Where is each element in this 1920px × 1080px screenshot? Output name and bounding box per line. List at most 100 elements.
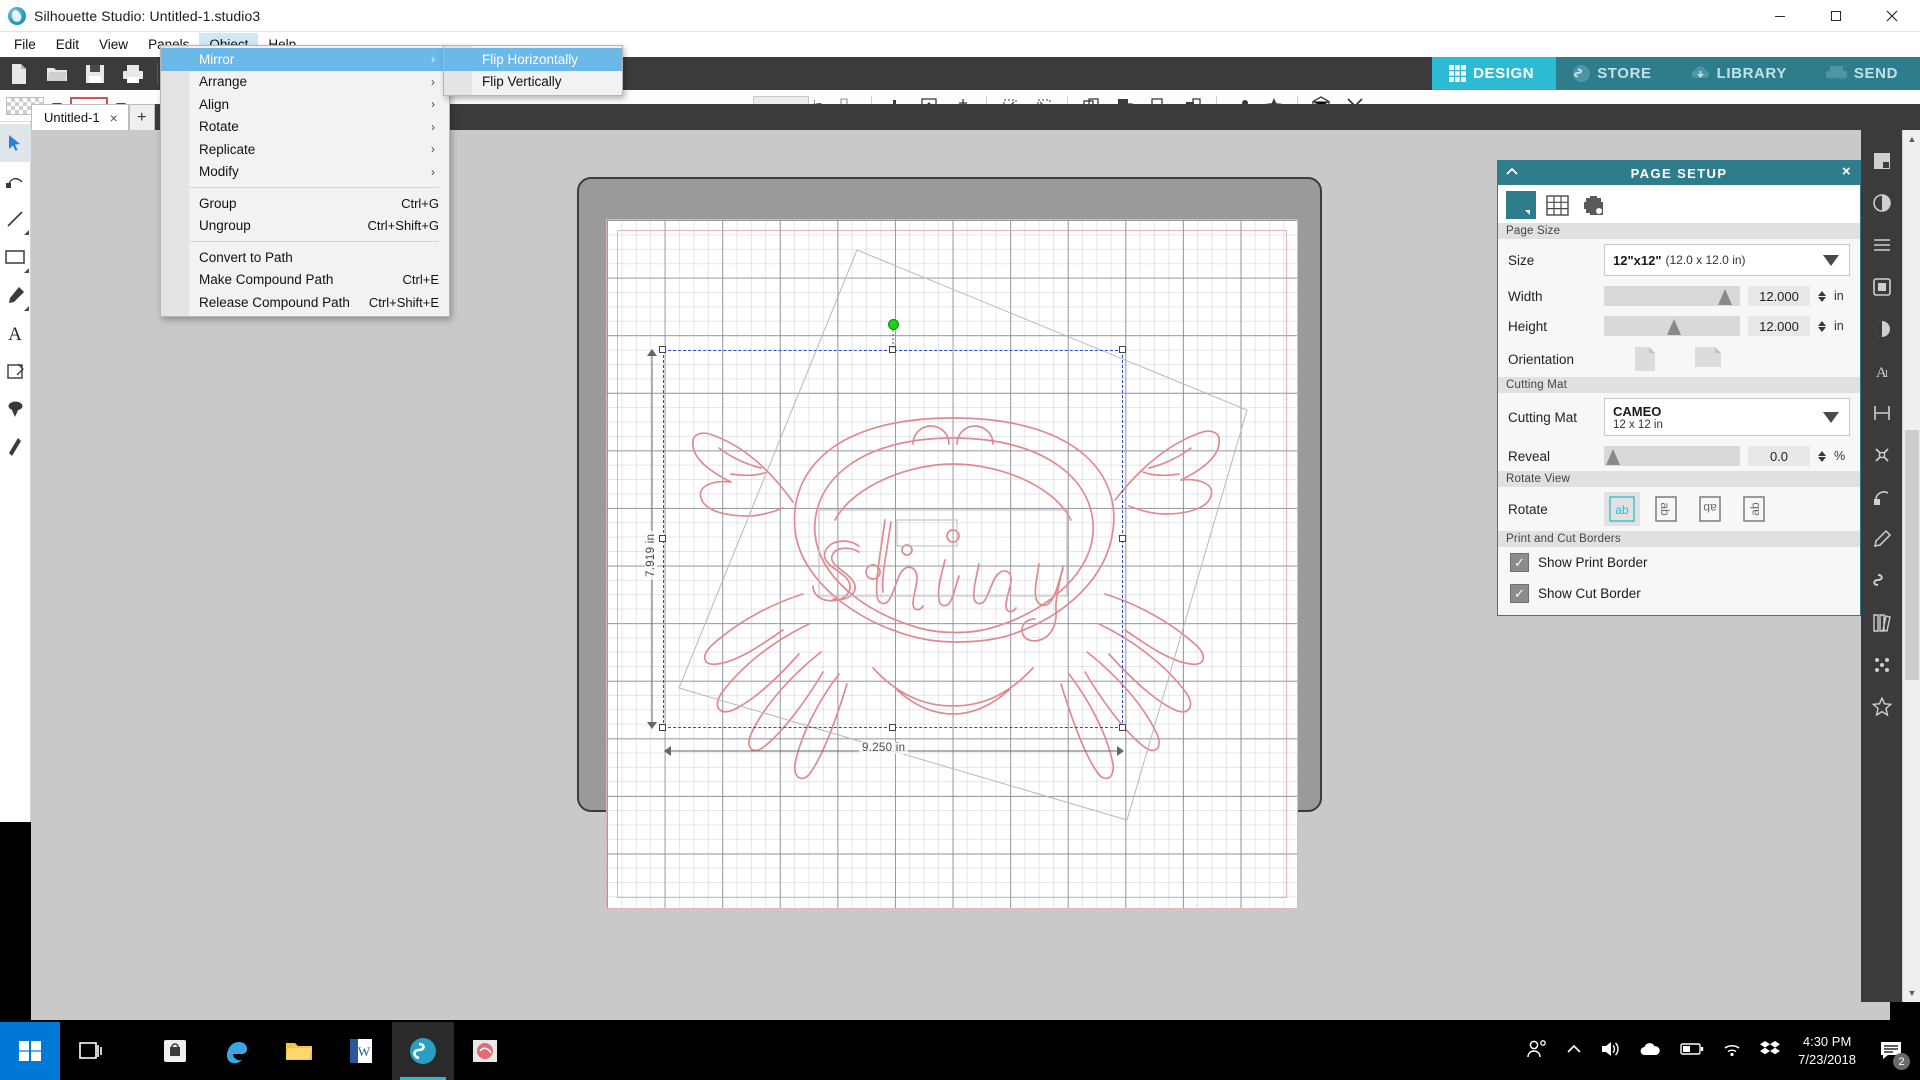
tab-store[interactable]: STORE bbox=[1556, 57, 1673, 90]
page-area[interactable]: 7.919 in 9.250 in bbox=[606, 219, 1298, 909]
close-icon[interactable] bbox=[1864, 0, 1920, 32]
reveal-stepper[interactable] bbox=[1818, 450, 1826, 462]
selection-handle-bottom-right[interactable] bbox=[1119, 724, 1126, 731]
taskbar-clock[interactable]: 4:30 PM 7/23/2018 bbox=[1798, 1033, 1856, 1069]
word-app-icon[interactable]: W bbox=[330, 1022, 392, 1080]
chevron-up-icon[interactable] bbox=[1505, 165, 1519, 182]
print-icon[interactable] bbox=[114, 57, 152, 90]
select-tool[interactable] bbox=[0, 124, 31, 162]
menu-file[interactable]: File bbox=[4, 33, 46, 57]
stepper-up-icon[interactable] bbox=[1818, 290, 1826, 296]
pencil-tool-expand-icon[interactable] bbox=[23, 306, 29, 311]
registration-tab[interactable] bbox=[1578, 191, 1608, 219]
grid-tab[interactable] bbox=[1542, 191, 1572, 219]
maximize-icon[interactable] bbox=[1808, 0, 1864, 32]
menu-item-flip-horizontally[interactable]: Flip Horizontally bbox=[444, 48, 622, 71]
eraser-tool[interactable] bbox=[0, 390, 31, 428]
page-tab[interactable] bbox=[1506, 191, 1536, 219]
menu-item-replicate[interactable]: Replicate › bbox=[161, 138, 449, 161]
document-tab[interactable]: Untitled-1 × bbox=[31, 104, 129, 130]
panel-close-icon[interactable]: × bbox=[1842, 164, 1852, 180]
silhouette-studio-app-icon[interactable] bbox=[392, 1022, 454, 1080]
stepper-down-icon[interactable] bbox=[1818, 326, 1826, 332]
edit-points-tool[interactable] bbox=[0, 162, 31, 200]
notes-tool[interactable] bbox=[0, 352, 31, 390]
line-tool[interactable] bbox=[0, 200, 31, 238]
rotate-270-button[interactable]: ab bbox=[1736, 492, 1772, 526]
height-slider-knob[interactable] bbox=[1666, 319, 1681, 335]
edge-browser-icon[interactable] bbox=[206, 1022, 268, 1080]
width-slider-knob[interactable] bbox=[1718, 289, 1732, 305]
page-size-select[interactable]: 12"x12" (12.0 x 12.0 in) bbox=[1604, 244, 1850, 276]
menu-item-align[interactable]: Align › bbox=[161, 93, 449, 116]
landscape-orientation-icon[interactable] bbox=[1694, 346, 1721, 372]
knife-tool[interactable] bbox=[0, 428, 31, 466]
save-icon[interactable] bbox=[76, 57, 114, 90]
file-explorer-icon[interactable] bbox=[268, 1022, 330, 1080]
vertical-scrollbar[interactable]: ▲ ▼ bbox=[1902, 130, 1920, 1002]
stepper-up-icon[interactable] bbox=[1818, 450, 1826, 456]
selection-handle-bottom-left[interactable] bbox=[659, 724, 666, 731]
stepper-down-icon[interactable] bbox=[1818, 456, 1826, 462]
notification-center-icon[interactable]: 2 bbox=[1874, 1034, 1910, 1070]
menu-item-modify[interactable]: Modify › bbox=[161, 161, 449, 184]
reveal-slider-knob[interactable] bbox=[1606, 449, 1620, 465]
menu-item-rotate[interactable]: Rotate › bbox=[161, 116, 449, 139]
chevron-down-icon[interactable] bbox=[1823, 254, 1839, 266]
store-app-icon[interactable] bbox=[144, 1022, 206, 1080]
vertical-scroll-thumb[interactable] bbox=[1905, 430, 1919, 680]
offset-icon[interactable] bbox=[1861, 476, 1902, 518]
tab-design[interactable]: DESIGN bbox=[1432, 57, 1557, 90]
rectangle-tool[interactable] bbox=[0, 238, 31, 276]
windows-start-icon[interactable] bbox=[0, 1022, 60, 1080]
stepper-up-icon[interactable] bbox=[1818, 320, 1826, 326]
menu-item-flip-vertically[interactable]: Flip Vertically bbox=[444, 71, 622, 94]
new-tab-button[interactable]: + bbox=[128, 104, 155, 130]
modify-icon[interactable] bbox=[1861, 434, 1902, 476]
portrait-orientation-icon[interactable] bbox=[1634, 346, 1660, 372]
rotation-handle[interactable] bbox=[888, 319, 899, 330]
task-view-icon[interactable] bbox=[60, 1022, 122, 1080]
show-cut-border-checkbox[interactable]: ✓ bbox=[1510, 584, 1529, 603]
tab-send[interactable]: SEND bbox=[1809, 57, 1920, 90]
open-folder-icon[interactable] bbox=[38, 57, 76, 90]
menu-item-mirror[interactable]: Mirror › bbox=[161, 48, 449, 71]
reveal-slider[interactable] bbox=[1604, 446, 1740, 466]
line-style-icon[interactable] bbox=[1861, 224, 1902, 266]
stepper-down-icon[interactable] bbox=[1818, 296, 1826, 302]
width-input[interactable]: 12.000 bbox=[1748, 286, 1810, 306]
height-slider[interactable] bbox=[1604, 316, 1740, 336]
gradient-fill-icon[interactable] bbox=[1861, 308, 1902, 350]
width-slider[interactable] bbox=[1604, 286, 1740, 306]
favorites-icon[interactable] bbox=[1861, 686, 1902, 728]
crab-design-artwork[interactable] bbox=[607, 220, 1299, 910]
rotate-90-button[interactable]: ab bbox=[1648, 492, 1684, 526]
onedrive-icon[interactable] bbox=[1638, 1041, 1662, 1062]
people-icon[interactable] bbox=[1526, 1039, 1548, 1064]
rectangle-tool-expand-icon[interactable] bbox=[23, 268, 29, 273]
wifi-icon[interactable] bbox=[1722, 1041, 1742, 1062]
menu-item-ungroup[interactable]: Ungroup Ctrl+Shift+G bbox=[161, 215, 449, 238]
minimize-icon[interactable] bbox=[1752, 0, 1808, 32]
scroll-up-icon[interactable]: ▲ bbox=[1903, 130, 1920, 148]
dropbox-icon[interactable] bbox=[1760, 1040, 1781, 1063]
selection-handle-top-right[interactable] bbox=[1119, 346, 1126, 353]
library-rail-icon[interactable] bbox=[1861, 602, 1902, 644]
width-stepper[interactable] bbox=[1818, 290, 1826, 302]
new-document-icon[interactable] bbox=[0, 57, 38, 90]
cutting-mat-select[interactable]: CAMEO 12 x 12 in bbox=[1604, 398, 1850, 436]
page-setup-icon[interactable] bbox=[1861, 140, 1902, 182]
show-print-border-row[interactable]: ✓ Show Print Border bbox=[1498, 547, 1860, 578]
text-tool[interactable]: A bbox=[0, 314, 31, 352]
line-tool-expand-icon[interactable] bbox=[23, 230, 29, 235]
chevron-down-icon[interactable] bbox=[1823, 411, 1839, 423]
show-hidden-icons-icon[interactable] bbox=[1566, 1042, 1582, 1060]
scroll-down-icon[interactable]: ▼ bbox=[1903, 984, 1920, 1002]
sketch-icon[interactable] bbox=[1861, 518, 1902, 560]
draw-pencil-tool[interactable] bbox=[0, 276, 31, 314]
height-stepper[interactable] bbox=[1818, 320, 1826, 332]
menu-item-arrange[interactable]: Arrange › bbox=[161, 71, 449, 94]
silhouette-second-window-icon[interactable] bbox=[454, 1022, 516, 1080]
store-rail-icon[interactable] bbox=[1861, 560, 1902, 602]
battery-icon[interactable] bbox=[1680, 1042, 1704, 1061]
